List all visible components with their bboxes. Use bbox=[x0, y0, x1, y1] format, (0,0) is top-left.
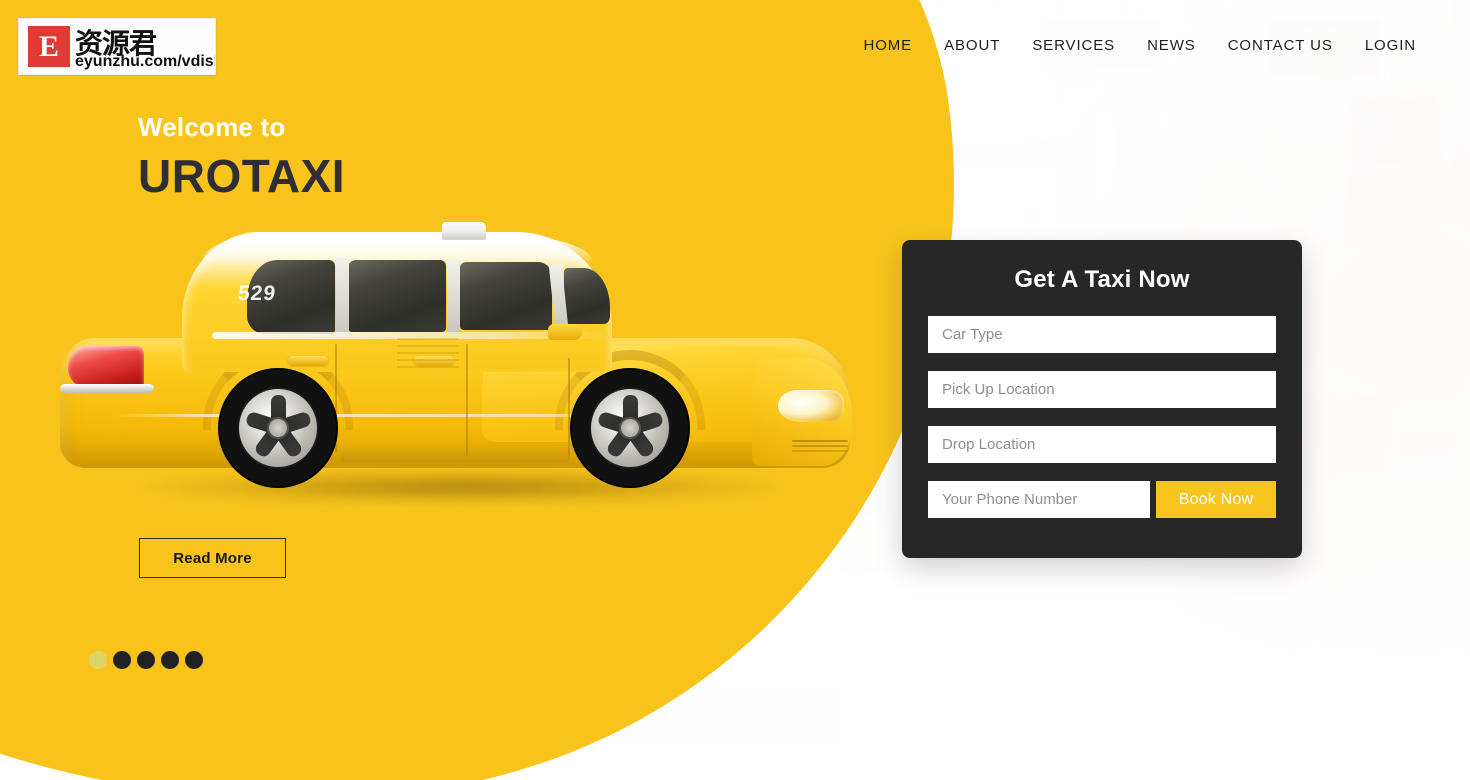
taxi-front-rim bbox=[591, 389, 669, 467]
taxi-front-vent bbox=[792, 440, 848, 442]
watermark-logo-badge: E bbox=[28, 26, 70, 67]
slider-dot-5[interactable] bbox=[185, 651, 203, 669]
drop-location-input[interactable] bbox=[928, 426, 1276, 463]
nav-item-about[interactable]: ABOUT bbox=[928, 31, 1016, 60]
taxi-c-pillar bbox=[447, 260, 460, 334]
taxi-front-door-window bbox=[460, 262, 552, 330]
nav-item-news[interactable]: NEWS bbox=[1131, 31, 1212, 60]
taxi-roof-highlight bbox=[202, 236, 592, 262]
taxi-door-decal bbox=[397, 338, 459, 372]
taxi-windshield bbox=[564, 268, 610, 324]
slider-dot-3[interactable] bbox=[137, 651, 155, 669]
taxi-roof-sign bbox=[442, 222, 486, 239]
hero-slider-page: 529 UROTAXI E 资源君 eyun bbox=[0, 0, 1470, 780]
taxi-headlight bbox=[778, 390, 844, 422]
watermark-overlay: E 资源君 eyunzhu.com/vdisk bbox=[18, 18, 216, 75]
taxi-taillight bbox=[68, 346, 144, 388]
taxi-side-mirror bbox=[548, 324, 582, 340]
taxi-rear-door-handle bbox=[288, 356, 328, 365]
pickup-location-input[interactable] bbox=[928, 371, 1276, 408]
phone-and-submit-row: Book Now bbox=[928, 481, 1276, 518]
hero-title: UROTAXI bbox=[138, 150, 346, 202]
taxi-rear-rim bbox=[239, 389, 317, 467]
hero-kicker: Welcome to bbox=[138, 112, 286, 142]
nav-item-login[interactable]: LOGIN bbox=[1349, 31, 1432, 60]
taxi-rear-chrome-trim bbox=[60, 384, 154, 393]
taxi-fleet-number: 529 bbox=[236, 282, 278, 305]
taxi-front-wheel bbox=[570, 368, 690, 488]
slider-dots bbox=[89, 651, 203, 669]
slider-dot-2[interactable] bbox=[113, 651, 131, 669]
slider-dot-4[interactable] bbox=[161, 651, 179, 669]
slider-dot-1[interactable] bbox=[89, 651, 107, 669]
nav-item-home[interactable]: HOME bbox=[847, 31, 928, 60]
booking-panel-title: Get A Taxi Now bbox=[1014, 266, 1190, 293]
nav-item-contact-us[interactable]: CONTACT US bbox=[1212, 31, 1349, 60]
phone-number-input[interactable] bbox=[928, 481, 1150, 518]
taxi-rear-wheel bbox=[218, 368, 338, 488]
read-more-button[interactable]: Read More bbox=[139, 538, 286, 578]
car-type-input[interactable] bbox=[928, 316, 1276, 353]
taxi-door-gap-middle bbox=[466, 344, 468, 456]
watermark-badge-letter: E bbox=[38, 29, 59, 63]
taxi-ground-shadow bbox=[142, 470, 782, 504]
book-now-button[interactable]: Book Now bbox=[1156, 481, 1276, 518]
nav-item-services[interactable]: SERVICES bbox=[1016, 31, 1131, 60]
booking-panel: Get A Taxi Now Book Now bbox=[902, 240, 1302, 558]
taxi-rocker-panel bbox=[340, 446, 570, 462]
watermark-url-text: eyunzhu.com/vdisk bbox=[75, 53, 216, 70]
main-navigation: HOME ABOUT SERVICES NEWS CONTACT US LOGI… bbox=[847, 31, 1432, 60]
taxi-b-pillar bbox=[336, 258, 349, 336]
taxi-rear-door-window bbox=[348, 260, 446, 332]
taxi-door-gap-front bbox=[568, 358, 570, 456]
hero-text-block: Welcome to UROTAXI bbox=[138, 112, 345, 203]
taxi-car-image: 529 bbox=[52, 218, 852, 518]
